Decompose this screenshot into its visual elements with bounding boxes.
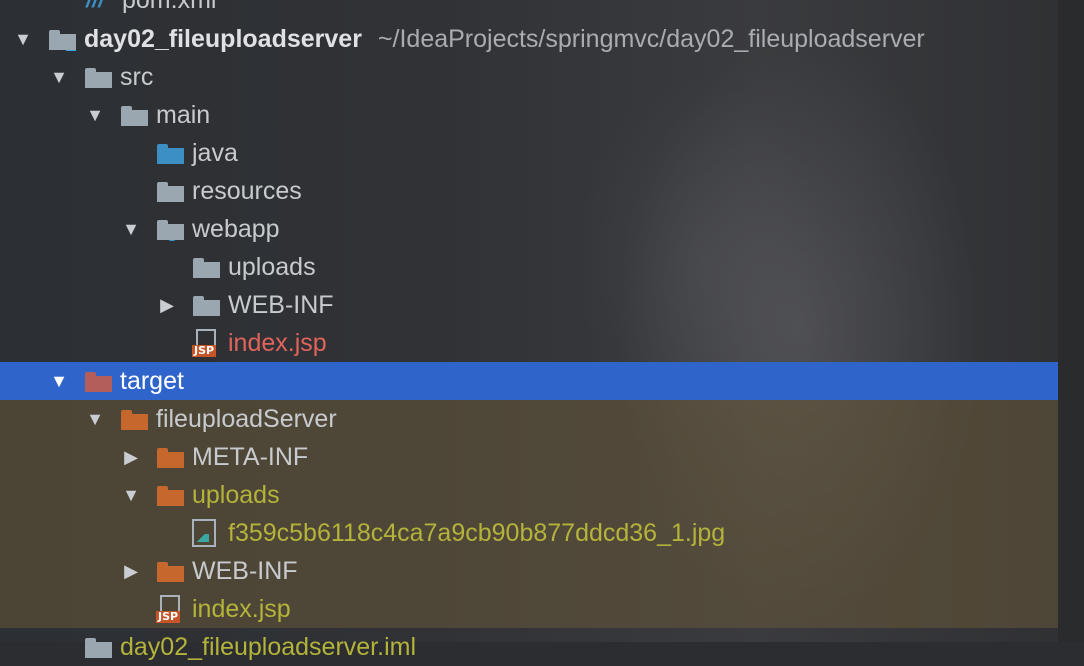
tree-row-web-inf-src[interactable]: ▶ WEB-INF [0, 286, 1058, 324]
excluded-folder-icon [156, 559, 184, 583]
tree-row-meta-inf[interactable]: ▶ META-INF [0, 438, 1058, 476]
tree-row-jpg-file[interactable]: ▼ f359c5b6118c4ca7a9cb90b877ddcd36_1.jpg [0, 514, 1058, 552]
tree-row-web-inf-target[interactable]: ▶ WEB-INF [0, 552, 1058, 590]
chevron-right-icon[interactable]: ▶ [120, 446, 142, 468]
excluded-folder-icon [156, 445, 184, 469]
tree-row-src[interactable]: ▼ src [0, 58, 1058, 96]
excluded-folder-icon [120, 407, 148, 431]
chevron-down-icon[interactable]: ▼ [84, 408, 106, 430]
tree-row-index-jsp-src[interactable]: ▼ JSP index.jsp [0, 324, 1058, 362]
tree-row-iml[interactable]: day02_fileuploadserver.iml [0, 628, 1058, 666]
image-file-icon [192, 519, 216, 547]
tree-row-target[interactable]: ▼ target [0, 362, 1058, 400]
excluded-folder-icon [156, 483, 184, 507]
chevron-down-icon[interactable]: ▼ [48, 370, 70, 392]
folder-icon [192, 293, 220, 317]
folder-icon [120, 103, 148, 127]
tree-row-main[interactable]: ▼ main [0, 96, 1058, 134]
iml-file-icon [84, 635, 112, 659]
tree-row-resources[interactable]: ▼ resources [0, 172, 1058, 210]
resources-root-folder-icon [156, 179, 184, 203]
source-root-folder-icon [156, 141, 184, 165]
chevron-down-icon[interactable]: ▼ [12, 28, 34, 50]
folder-icon [192, 255, 220, 279]
tree-row-uploads-src[interactable]: ▼ uploads [0, 248, 1058, 286]
tree-row-module[interactable]: ▼ day02_fileuploadserver ~/IdeaProjects/… [0, 20, 1058, 58]
xml-file-icon: /// [86, 0, 114, 12]
tree-row-java[interactable]: ▼ java [0, 134, 1058, 172]
excluded-folder-icon [84, 369, 112, 393]
web-root-folder-icon [156, 217, 184, 241]
chevron-down-icon[interactable]: ▼ [120, 218, 142, 240]
chevron-right-icon[interactable]: ▶ [120, 560, 142, 582]
chevron-down-icon[interactable]: ▼ [48, 66, 70, 88]
chevron-right-icon[interactable]: ▶ [156, 294, 178, 316]
tree-row-index-jsp-target[interactable]: ▼ JSP index.jsp [0, 590, 1058, 628]
tree-row-pom-xml[interactable]: /// pom.xml [0, 0, 1058, 19]
chevron-down-icon[interactable]: ▼ [120, 484, 142, 506]
module-folder-icon [48, 27, 76, 51]
tree-row-webapp[interactable]: ▼ webapp [0, 210, 1058, 248]
jsp-file-icon: JSP [156, 595, 184, 623]
folder-icon [84, 65, 112, 89]
tree-row-fileuploadserver[interactable]: ▼ fileuploadServer [0, 400, 1058, 438]
chevron-down-icon[interactable]: ▼ [84, 104, 106, 126]
vertical-scrollbar[interactable] [1058, 0, 1084, 642]
jsp-file-icon: JSP [192, 329, 220, 357]
tree-row-uploads-target[interactable]: ▼ uploads [0, 476, 1058, 514]
